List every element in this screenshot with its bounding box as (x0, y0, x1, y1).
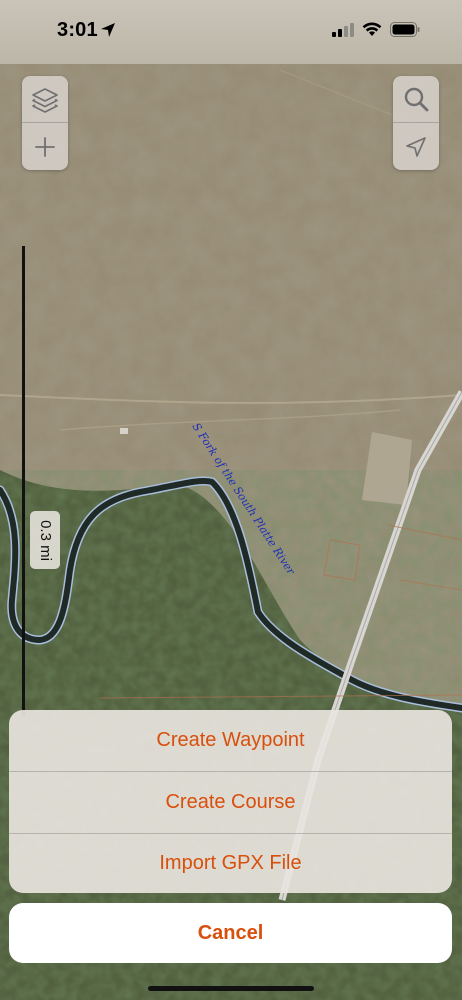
layers-icon (32, 88, 58, 113)
right-map-controls (393, 76, 439, 170)
divider (393, 122, 439, 123)
layers-button[interactable] (22, 76, 68, 122)
cancel-button[interactable]: Cancel (9, 903, 452, 963)
scale-bar-text: 0.3 mi (36, 519, 54, 561)
battery-icon (390, 22, 420, 37)
divider (22, 122, 68, 123)
scale-bar-label: 0.3 mi (30, 511, 60, 569)
scale-bar-line (22, 246, 25, 716)
action-sheet: Create Waypoint Create Course Import GPX… (9, 710, 452, 893)
status-bar: 3:01 (0, 0, 462, 64)
plus-icon (35, 137, 55, 157)
screen: S Fork of the South Platte River 3:01 0.… (0, 0, 462, 1000)
left-map-controls (22, 76, 68, 170)
search-button[interactable] (393, 76, 439, 122)
status-indicators (332, 22, 420, 37)
status-time: 3:01 (57, 19, 98, 41)
location-arrow-icon (101, 23, 115, 37)
locate-button[interactable] (393, 124, 439, 170)
search-icon (404, 87, 429, 112)
cellular-signal-icon (332, 22, 354, 37)
import-gpx-file-button[interactable]: Import GPX File (9, 833, 452, 893)
home-indicator[interactable] (148, 986, 314, 991)
create-waypoint-button[interactable]: Create Waypoint (9, 710, 452, 771)
create-course-button[interactable]: Create Course (9, 772, 452, 833)
zoom-in-button[interactable] (22, 124, 68, 170)
navigation-arrow-icon (406, 137, 426, 157)
wifi-icon (362, 22, 382, 36)
